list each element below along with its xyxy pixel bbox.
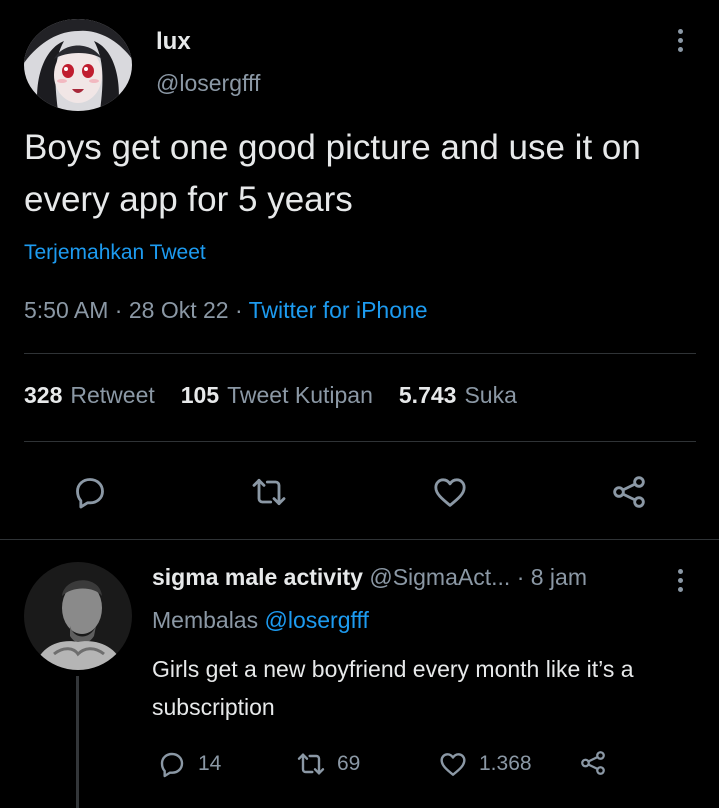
tweet-action-bar [0, 470, 719, 514]
reply-count: 14 [198, 752, 222, 775]
reply-retweet-button[interactable]: 69 [295, 748, 360, 780]
reply-more-options-icon[interactable] [670, 566, 690, 594]
reply-author-avatar[interactable] [24, 562, 132, 670]
tweet-source-link[interactable]: Twitter for iPhone [249, 297, 428, 323]
tweet-date[interactable]: 28 Okt 22 [129, 297, 229, 323]
engagement-stats: 328 Retweet 105 Tweet Kutipan 5.743 Suka [24, 382, 517, 409]
more-options-icon[interactable] [668, 24, 692, 56]
author-handle[interactable]: @losergfff [156, 70, 260, 97]
share-icon[interactable] [607, 470, 651, 514]
share-icon [581, 751, 605, 775]
quote-tweet-stat[interactable]: 105 Tweet Kutipan [181, 382, 373, 409]
like-icon [440, 753, 466, 776]
like-stat[interactable]: 5.743 Suka [399, 382, 517, 409]
translate-tweet-link[interactable]: Terjemahkan Tweet [24, 241, 206, 265]
thread-connector-line [76, 676, 79, 808]
author-display-name[interactable]: lux [156, 28, 191, 56]
retweet-icon[interactable] [247, 470, 291, 514]
anime-avatar-image [24, 19, 132, 111]
divider [24, 441, 696, 442]
replying-to-mention[interactable]: @losergfff [265, 607, 369, 633]
reply-text: Girls get a new boyfriend every month li… [152, 656, 634, 720]
retweet-stat[interactable]: 328 Retweet [24, 382, 155, 409]
meta-separator: · [114, 297, 129, 323]
reply-author-handle[interactable]: @SigmaAct... [369, 564, 510, 590]
divider [0, 539, 719, 540]
replying-label: Membalas [152, 607, 259, 633]
tweet-meta: 5:50 AM · 28 Okt 22 · Twitter for iPhone [24, 297, 428, 324]
reply-icon[interactable] [68, 470, 112, 514]
like-icon[interactable] [428, 470, 472, 514]
tweet-time[interactable]: 5:50 AM [24, 297, 108, 323]
reply-share-button[interactable] [578, 748, 608, 778]
retweet-icon [297, 753, 325, 775]
reply-icon [160, 752, 184, 778]
meta-separator: · [516, 564, 531, 590]
tweet-text: Boys get one good picture and use it on … [24, 128, 641, 219]
like-count: 1.368 [479, 752, 532, 775]
reply-reply-button[interactable]: 14 [156, 748, 221, 780]
reply-action-bar: 14 69 1.368 [152, 748, 692, 784]
divider [24, 353, 696, 354]
portrait-avatar-image [24, 562, 132, 670]
reply-author-name[interactable]: sigma male activity [152, 564, 363, 590]
reply-time[interactable]: 8 jam [531, 564, 587, 590]
reply-header: sigma male activity @SigmaAct... · 8 jam [152, 564, 587, 591]
meta-separator: · [234, 297, 249, 323]
replying-to: Membalas @losergfff [152, 607, 369, 634]
author-avatar[interactable] [24, 19, 132, 111]
reply-like-button[interactable]: 1.368 [437, 748, 532, 780]
retweet-count: 69 [337, 752, 361, 775]
